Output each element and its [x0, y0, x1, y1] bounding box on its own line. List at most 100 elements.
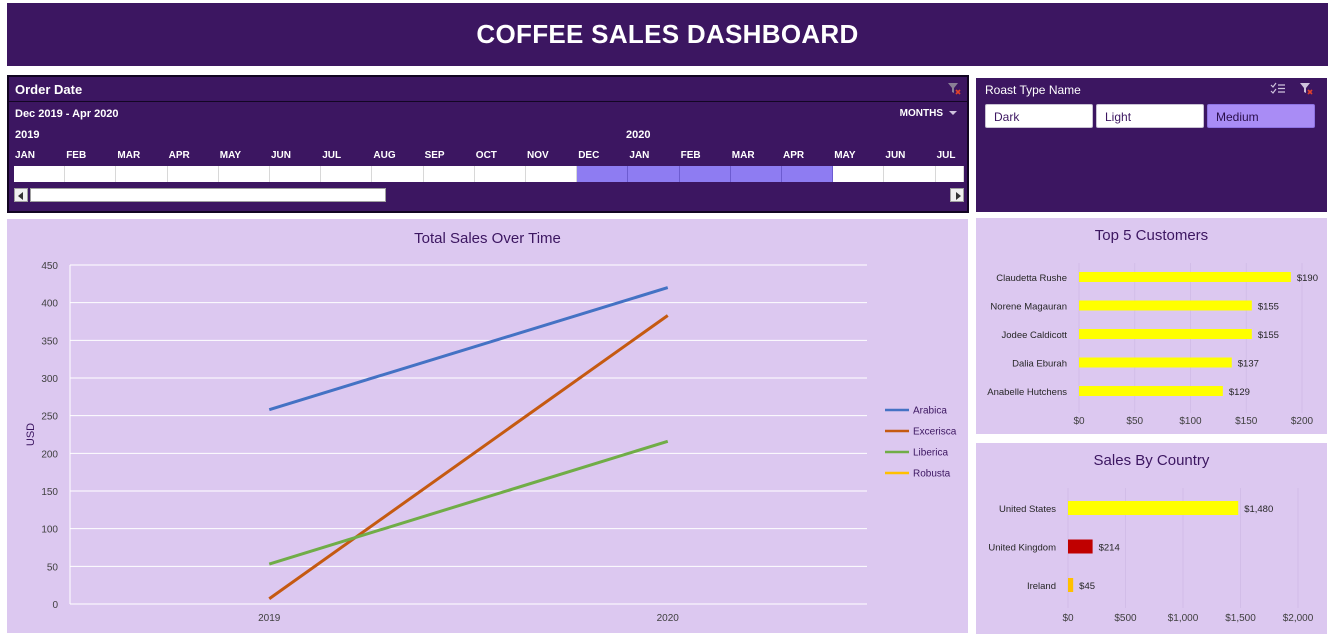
- legend-label: Arabica: [913, 406, 947, 417]
- scroll-left-arrow-icon[interactable]: [14, 188, 28, 202]
- x-tick-label: $200: [1291, 416, 1314, 427]
- timeline-month-label: MAR: [117, 150, 141, 161]
- series-line: [268, 286, 669, 412]
- data-label: $155: [1258, 330, 1279, 341]
- timeline-range-label: Dec 2019 - Apr 2020: [15, 108, 119, 120]
- category-label: Claudetta Rushe: [996, 273, 1067, 284]
- chevron-down-icon: [949, 111, 957, 116]
- x-tick-label: $1,500: [1225, 613, 1256, 624]
- timeline-month-cell[interactable]: [167, 166, 219, 182]
- order-date-timeline[interactable]: Order Date Dec 2019 - Apr 2020 MONTHS 20…: [7, 75, 969, 213]
- timeline-month-cell[interactable]: [14, 166, 66, 182]
- time-level-dropdown[interactable]: MONTHS: [900, 108, 957, 119]
- clear-filter-icon[interactable]: [1299, 82, 1313, 95]
- y-tick-label: 0: [52, 600, 58, 611]
- timeline-month-label: OCT: [475, 150, 497, 161]
- timeline-month-cell[interactable]: [474, 166, 526, 182]
- timeline-month-label: FEB: [66, 150, 87, 161]
- timeline-title: Order Date: [15, 82, 83, 97]
- timeline-month-label: AUG: [373, 150, 396, 161]
- dashboard-title: COFFEE SALES DASHBOARD: [476, 19, 859, 49]
- timeline-month-label: JAN: [15, 150, 36, 161]
- bar: [1068, 578, 1074, 592]
- x-tick-label: $100: [1179, 416, 1202, 427]
- y-tick-label: 150: [41, 487, 58, 498]
- roast-option-medium[interactable]: Medium: [1207, 104, 1315, 128]
- timeline-month-label: MAR: [731, 150, 755, 161]
- timeline-month-label: MAY: [834, 150, 856, 161]
- category-label: Jodee Caldicott: [1002, 330, 1068, 341]
- total-sales-over-time-chart: Total Sales Over Time 0 50 100 150 200 250 300…: [7, 219, 968, 633]
- series-line: [268, 439, 669, 566]
- bar: [1079, 300, 1252, 311]
- y-tick-label: 300: [41, 374, 58, 385]
- x-tick-label: $2,000: [1283, 613, 1314, 624]
- x-tick-label: $0: [1073, 416, 1085, 427]
- y-tick-label: 450: [41, 261, 58, 272]
- x-tick-label: $500: [1114, 613, 1137, 624]
- y-tick-label: 50: [47, 562, 59, 573]
- x-tick-label: 2019: [258, 613, 281, 624]
- timeline-month-label: JUN: [885, 150, 906, 161]
- timeline-month-label: JUL: [322, 150, 342, 161]
- data-label: $137: [1238, 359, 1259, 370]
- timeline-month-label: JAN: [629, 150, 650, 161]
- x-tick-label: $50: [1126, 416, 1143, 427]
- timeline-month-cell[interactable]: [577, 166, 629, 182]
- timeline-year-2019: 2019: [15, 129, 40, 141]
- y-axis-label: USD: [25, 423, 37, 446]
- multi-select-icon[interactable]: [1270, 82, 1286, 95]
- legend-label: Excerisca: [913, 427, 957, 438]
- sales-by-country-chart: Sales By Country $0 $500 $1,000 $1,500 $2,00…: [976, 443, 1327, 634]
- timeline-month-cell[interactable]: [321, 166, 373, 182]
- x-tick-label: $150: [1235, 416, 1258, 427]
- timeline-scrollbar[interactable]: [14, 187, 964, 203]
- timeline-month-cell[interactable]: [372, 166, 424, 182]
- timeline-year-2020: 2020: [626, 129, 651, 141]
- timeline-month-label: APR: [783, 150, 805, 161]
- y-tick-label: 100: [41, 525, 58, 536]
- data-label: $129: [1229, 387, 1250, 398]
- roast-type-slicer[interactable]: Roast Type Name Dark Light Medium: [976, 78, 1327, 212]
- timeline-month-cell[interactable]: [782, 166, 834, 182]
- data-label: $190: [1297, 273, 1318, 284]
- customers-bar-svg: $0 $50 $100 $150 $200 Claudetta Rushe $190 Nore…: [987, 263, 1318, 427]
- timeline-month-label: APR: [168, 150, 190, 161]
- timeline-month-cell[interactable]: [628, 166, 680, 182]
- timeline-month-cell[interactable]: [679, 166, 731, 182]
- x-tick-label: 2020: [657, 613, 680, 624]
- timeline-month-cell[interactable]: [730, 166, 782, 182]
- data-label: $214: [1099, 543, 1120, 554]
- timeline-month-cell[interactable]: [833, 166, 885, 182]
- clear-filter-icon[interactable]: [947, 82, 961, 95]
- timeline-month-cell[interactable]: [270, 166, 322, 182]
- scroll-right-arrow-icon[interactable]: [950, 188, 964, 202]
- timeline-month-cell[interactable]: [526, 166, 578, 182]
- category-label: Ireland: [1027, 581, 1056, 592]
- category-label: United Kingdom: [988, 543, 1056, 554]
- timeline-month-cell[interactable]: [423, 166, 475, 182]
- y-tick-label: 250: [41, 412, 58, 423]
- timeline-month-cell[interactable]: [116, 166, 168, 182]
- x-tick-label: $1,000: [1168, 613, 1199, 624]
- timeline-month-label: NOV: [527, 150, 549, 161]
- time-level-label: MONTHS: [899, 108, 943, 119]
- category-label: Norene Magauran: [990, 302, 1067, 313]
- timeline-month-label: FEB: [680, 150, 701, 161]
- timeline-month-cell[interactable]: [218, 166, 270, 182]
- y-tick-label: 400: [41, 299, 58, 310]
- series-line: [268, 314, 669, 600]
- category-label: United States: [999, 504, 1056, 515]
- timeline-month-cell[interactable]: [65, 166, 117, 182]
- line-chart-svg: 0 50 100 150 200 250 300 350 400 450 2019 2020 USD Ar…: [25, 261, 957, 624]
- roast-option-dark[interactable]: Dark: [985, 104, 1093, 128]
- bar: [1079, 357, 1232, 368]
- scrollbar-thumb[interactable]: [30, 188, 386, 202]
- timeline-month-cell[interactable]: [884, 166, 936, 182]
- bar: [1068, 501, 1239, 515]
- timeline-month-cell[interactable]: [935, 166, 964, 182]
- roast-option-light[interactable]: Light: [1096, 104, 1204, 128]
- top-customers-chart: Top 5 Customers $0 $50 $100 $150 $200 Claudet…: [976, 218, 1327, 434]
- legend-label: Liberica: [913, 448, 948, 459]
- dashboard-header: COFFEE SALES DASHBOARD: [7, 3, 1328, 66]
